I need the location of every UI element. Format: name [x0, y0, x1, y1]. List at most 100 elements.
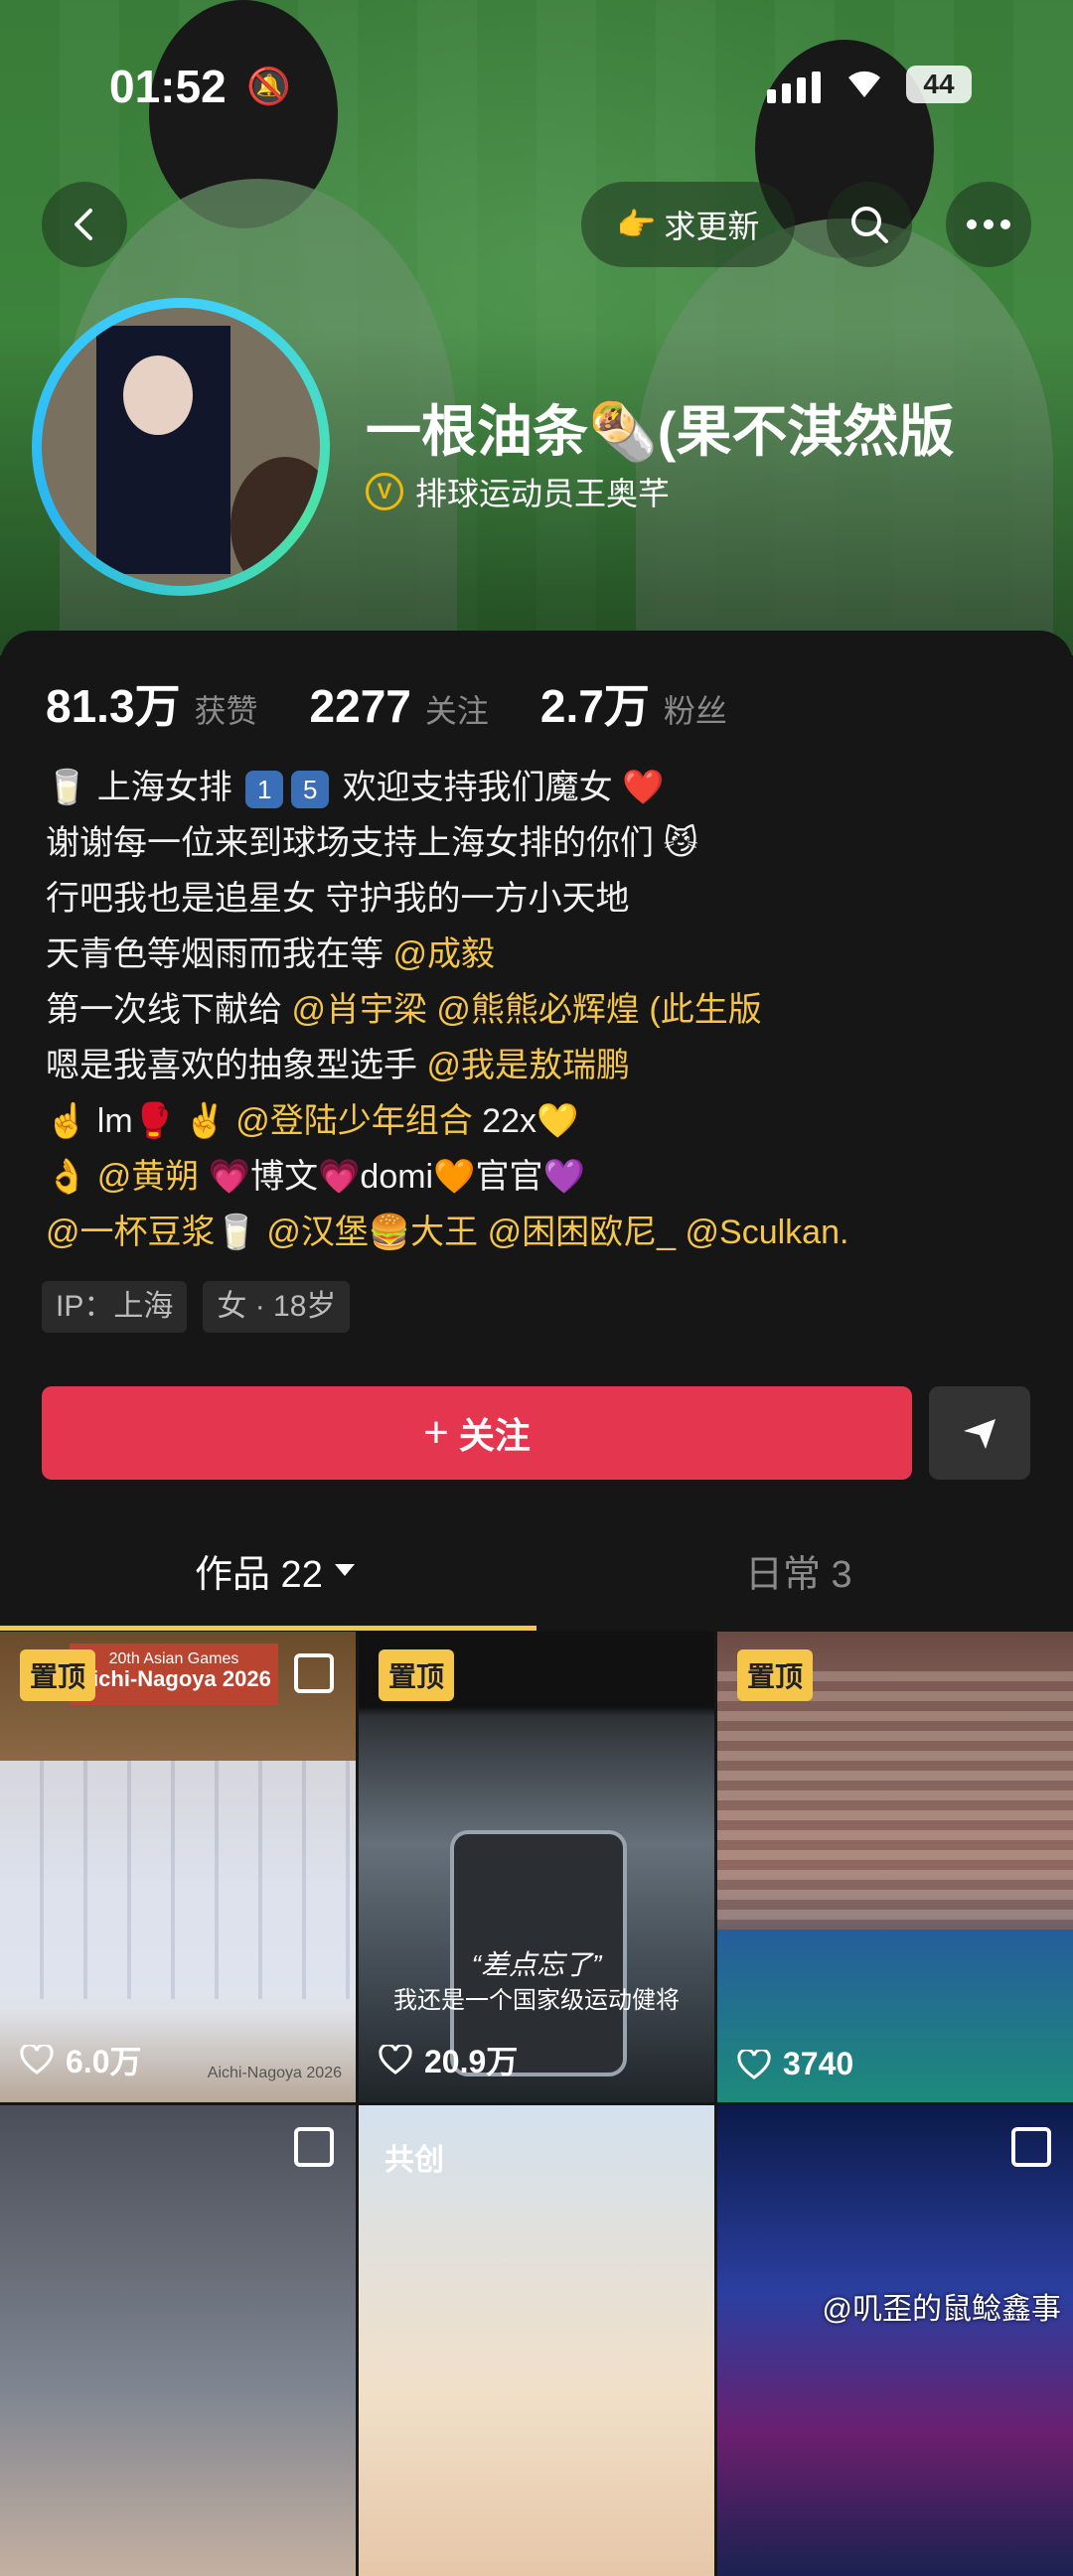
stat-likes[interactable]: 81.3万 获赞	[46, 670, 258, 736]
profile-bio: 🥛 上海女排 15 欢迎支持我们魔女 ❤️ 谢谢每一位来到球场支持上海女排的你们…	[46, 760, 1039, 1260]
video-thumbnail[interactable]	[717, 2105, 1073, 2576]
multi-image-icon	[1011, 2127, 1051, 2167]
like-count-value: 20.9万	[424, 2044, 519, 2079]
like-count: 20.9万	[379, 2037, 518, 2082]
back-button[interactable]	[42, 182, 127, 267]
ip-location-tag: IP：上海	[42, 1281, 188, 1333]
heart-icon	[379, 2045, 412, 2075]
video-thumbnail[interactable]: 共创	[359, 2105, 714, 2576]
silent-bell-icon: 🔕	[246, 66, 291, 106]
send-arrow-icon	[964, 1419, 996, 1449]
mention-link[interactable]: @汉堡🍔大王	[266, 1214, 478, 1251]
battery-indicator: 44	[906, 66, 972, 103]
verified-icon: V	[366, 473, 403, 510]
stat-followers-value: 2.7万	[539, 680, 650, 732]
banner-sign: 20th Asian Games Aichi-Nagoya 2026	[70, 1644, 278, 1705]
profile-panel: 81.3万 获赞 2277 关注 2.7万 粉丝 🥛 上海女排 15 欢迎支持我…	[0, 631, 1073, 2576]
plus-icon: +	[423, 1408, 449, 1457]
bio-text: 22x💛	[472, 1102, 579, 1140]
avatar[interactable]	[32, 298, 330, 596]
mention-link[interactable]: @熊熊必辉煌 (此生版	[436, 991, 761, 1029]
chevron-left-icon	[75, 209, 92, 240]
video-caption-quote: “差点忘了”	[471, 1949, 602, 1980]
crowd-stands	[717, 1671, 1073, 1930]
keycap-1-icon: 1	[245, 771, 284, 809]
co-created-badge: 共创	[384, 2144, 444, 2177]
stat-likes-label: 获赞	[194, 693, 258, 729]
stat-following-value: 2277	[309, 680, 411, 732]
like-count-value: 6.0万	[66, 2044, 142, 2079]
request-update-label: 求更新	[664, 209, 760, 244]
stat-followers-label: 粉丝	[663, 693, 727, 729]
stat-followers[interactable]: 2.7万 粉丝	[540, 670, 727, 736]
active-tab-indicator	[0, 1626, 536, 1631]
stat-likes-value: 81.3万	[46, 680, 181, 732]
bio-line: @一杯豆浆🥛 @汉堡🍔大王 @困困欧尼_ @Sculkan.	[46, 1205, 1039, 1260]
profile-nickname: 一根油条🌯(果不淇然版	[366, 400, 955, 463]
banner-sign-line2: Aichi-Nagoya 2026	[77, 1666, 271, 1691]
avatar-photo-face	[123, 356, 193, 435]
tab-daily[interactable]: 日常 3	[745, 1514, 852, 1626]
more-dots-icon	[967, 219, 1010, 229]
multi-image-icon	[294, 1653, 334, 1693]
cellular-signal-icon	[767, 72, 821, 103]
bio-text: 天青色等烟雨而我在等	[46, 935, 393, 973]
bio-line: 第一次线下献给 @肖宇梁 @熊熊必辉煌 (此生版	[46, 982, 1039, 1038]
pointing-hand-icon: 👉	[616, 207, 657, 242]
avatar-photo-girl	[230, 457, 320, 586]
bio-text: 嗯是我喜欢的抽象型选手	[46, 1047, 427, 1084]
stat-following-label: 关注	[424, 693, 489, 729]
footer-text: Aichi-Nagoya 2026	[207, 2065, 342, 2081]
bio-line: 🥛 上海女排 15 欢迎支持我们魔女 ❤️	[46, 760, 1039, 815]
stats-row: 81.3万 获赞 2277 关注 2.7万 粉丝	[46, 670, 727, 736]
watermark-text: @叽歪的鼠鲶鑫事	[822, 2293, 1061, 2326]
mention-link[interactable]: @肖宇梁	[291, 991, 427, 1029]
video-thumbnail[interactable]	[0, 2105, 356, 2576]
video-thumbnail[interactable]: 置顶 “差点忘了” 我还是一个国家级运动健将 20.9万	[359, 1632, 714, 2102]
more-button[interactable]	[946, 182, 1031, 267]
multi-image-icon	[294, 2127, 334, 2167]
mention-link[interactable]: @成毅	[392, 935, 495, 973]
bio-line: 谢谢每一位来到球场支持上海女排的你们 😼	[46, 824, 698, 862]
bio-line: 嗯是我喜欢的抽象型选手 @我是敖瑞鹏	[46, 1038, 1039, 1093]
profile-tags: IP：上海 女 · 18岁	[42, 1281, 351, 1333]
mention-link[interactable]: @一杯豆浆🥛	[46, 1214, 257, 1251]
pinned-badge: 置顶	[737, 1649, 814, 1701]
tab-works[interactable]: 作品 22	[195, 1514, 357, 1626]
stat-following[interactable]: 2277 关注	[310, 679, 489, 733]
tab-daily-label: 日常 3	[745, 1553, 852, 1596]
heart-icon	[20, 2045, 54, 2075]
gender-age-tag: 女 · 18岁	[203, 1281, 351, 1333]
team-photo-group	[0, 1761, 356, 1999]
bio-line: ☝️ lm🥊 ✌️ @登陆少年组合 22x💛	[46, 1093, 1039, 1149]
mention-link[interactable]: @Sculkan.	[686, 1214, 849, 1251]
video-thumbnail[interactable]: 20th Asian Games Aichi-Nagoya 2026 Aichi…	[0, 1632, 356, 2102]
request-update-button[interactable]: 👉 求更新	[581, 182, 795, 267]
bio-text: 👌	[46, 1158, 97, 1196]
status-time: 01:52	[109, 61, 227, 112]
mention-link[interactable]: @登陆少年组合	[235, 1102, 473, 1140]
mention-link[interactable]: @我是敖瑞鹏	[426, 1047, 630, 1084]
pinned-badge: 置顶	[379, 1649, 455, 1701]
bio-text: 🥛 上海女排	[46, 769, 232, 806]
verification-label: 排球运动员王奥芊	[415, 476, 671, 511]
search-button[interactable]	[827, 182, 912, 267]
follow-button[interactable]: + 关注	[42, 1386, 912, 1480]
verification-badge[interactable]: V 排球运动员王奥芊	[366, 469, 670, 514]
bio-line: 行吧我也是追星女 守护我的一方小天地	[46, 880, 630, 918]
wifi-icon	[844, 64, 884, 109]
bio-text: ☝️ lm🥊 ✌️	[46, 1102, 236, 1140]
bio-text: 欢迎支持我们魔女 ❤️	[342, 769, 665, 806]
keycap-5-icon: 5	[291, 771, 330, 809]
like-count: 6.0万	[20, 2037, 142, 2082]
bio-text: 💗博文💗domi🧡官官💜	[199, 1158, 585, 1196]
mention-link[interactable]: @困困欧尼_	[488, 1214, 676, 1251]
mention-link[interactable]: @黄朔	[97, 1158, 200, 1196]
video-thumbnail[interactable]: 置顶 3740	[717, 1632, 1073, 2102]
avatar-photo	[42, 308, 320, 586]
search-icon	[851, 207, 888, 243]
follow-label: 关注	[458, 1415, 531, 1456]
share-button[interactable]	[929, 1386, 1030, 1480]
bio-line: 👌 @黄朔 💗博文💗domi🧡官官💜	[46, 1149, 1039, 1205]
tab-works-label: 作品 22	[195, 1553, 323, 1596]
